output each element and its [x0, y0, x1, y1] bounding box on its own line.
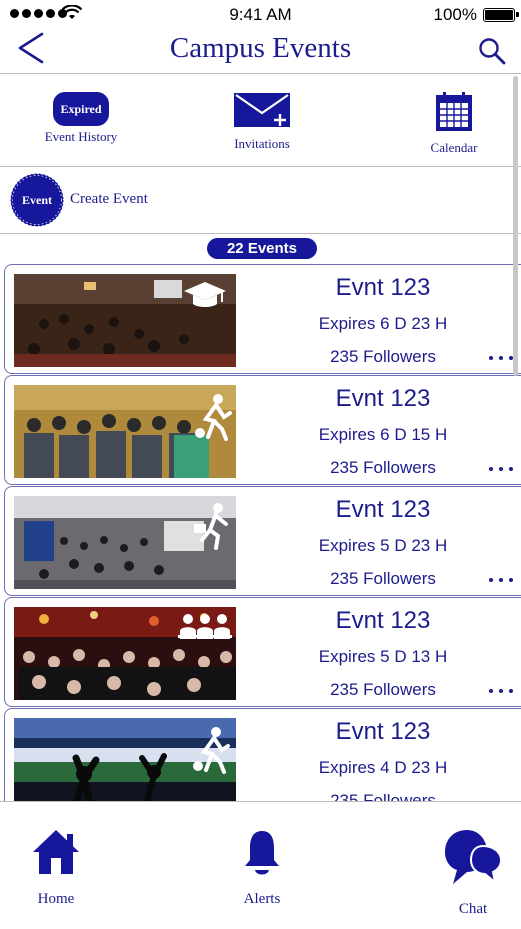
- tab-chat-label: Chat: [458, 901, 488, 917]
- event-list[interactable]: Evnt 123 Expires 6 D 23 H 235 Followers …: [0, 264, 521, 801]
- events-count-badge: 22 Events: [207, 238, 317, 259]
- event-card[interactable]: Evnt 123 Expires 5 D 23 H 235 Followers: [4, 486, 521, 596]
- soccer-player-icon: [193, 727, 230, 774]
- calendar-label: Calendar: [430, 140, 478, 155]
- event-expiry: Expires 5 D 13 H: [318, 647, 448, 666]
- event-expiry: Expires 4 D 23 H: [318, 758, 448, 777]
- graduation-cap-icon: [184, 282, 226, 307]
- home-icon: [33, 830, 79, 874]
- expired-badge-icon: Expired: [53, 92, 109, 126]
- event-expiry: Expires 5 D 23 H: [318, 536, 448, 555]
- status-bar: 9:41 AM 100%: [0, 0, 521, 30]
- event-title: Evnt 123: [335, 274, 431, 301]
- battery-percentage: 100%: [433, 5, 477, 24]
- event-history-label: Event History: [44, 129, 118, 144]
- event-expiry: Expires 6 D 15 H: [318, 425, 448, 444]
- event-photo: [14, 607, 236, 700]
- envelope-plus-icon: [234, 93, 290, 127]
- event-card[interactable]: Evnt 123 Expires 6 D 23 H 235 Followers: [4, 264, 521, 374]
- event-followers: 235 Followers: [330, 569, 436, 588]
- chevron-left-icon[interactable]: [14, 30, 48, 66]
- bell-icon: [245, 831, 279, 875]
- invitations-label: Invitations: [234, 136, 290, 151]
- search-icon[interactable]: [477, 36, 507, 66]
- event-photo: [14, 274, 236, 367]
- calendar-icon: [436, 92, 472, 131]
- page-title: Campus Events: [169, 32, 352, 64]
- event-photo: [14, 496, 236, 589]
- tab-chat[interactable]: Chat: [423, 828, 521, 918]
- group-icon: [178, 614, 232, 639]
- soccer-player-icon: [195, 394, 232, 441]
- tab-bar: Home Alerts Chat: [0, 801, 521, 929]
- tab-home[interactable]: Home: [6, 828, 106, 908]
- event-title: Evnt 123: [335, 385, 431, 412]
- calendar-button[interactable]: Calendar: [394, 92, 514, 156]
- invitations-button[interactable]: Invitations: [202, 92, 322, 152]
- event-card[interactable]: Evnt 123 Expires 4 D 23 H 235 Followers: [4, 708, 521, 801]
- svg-text:Event: Event: [22, 193, 52, 207]
- tab-home-label: Home: [37, 891, 75, 907]
- event-photo: [14, 385, 236, 478]
- tab-alerts-label: Alerts: [243, 891, 281, 907]
- event-title: Evnt 123: [335, 718, 431, 745]
- event-title: Evnt 123: [335, 607, 431, 634]
- create-event-label: Create Event: [70, 191, 148, 207]
- more-options-icon[interactable]: [489, 356, 513, 360]
- create-event-row[interactable]: Event Create Event: [0, 167, 521, 234]
- event-card[interactable]: Evnt 123 Expires 5 D 13 H 235 Followers: [4, 597, 521, 707]
- event-title: Evnt 123: [335, 496, 431, 523]
- battery-icon: [483, 8, 519, 22]
- event-followers: 235 Followers: [330, 791, 436, 801]
- scrollbar[interactable]: [513, 76, 518, 376]
- event-history-button[interactable]: Expired Event History: [21, 92, 141, 145]
- navigation-bar: Campus Events: [0, 28, 521, 74]
- event-photo: [14, 718, 236, 801]
- event-seal-icon: Event: [10, 173, 64, 227]
- quick-actions-bar: Expired Event History Invitations Calend…: [0, 74, 521, 167]
- tab-alerts[interactable]: Alerts: [212, 828, 312, 908]
- event-followers: 235 Followers: [330, 347, 436, 366]
- more-options-icon[interactable]: [489, 578, 513, 582]
- event-followers: 235 Followers: [330, 680, 436, 699]
- chat-bubbles-icon: [445, 830, 503, 885]
- more-options-icon[interactable]: [489, 689, 513, 693]
- event-expiry: Expires 6 D 23 H: [318, 314, 448, 333]
- event-followers: 235 Followers: [330, 458, 436, 477]
- businessman-icon: [194, 503, 228, 550]
- event-card[interactable]: Evnt 123 Expires 6 D 15 H 235 Followers: [4, 375, 521, 485]
- more-options-icon[interactable]: [489, 467, 513, 471]
